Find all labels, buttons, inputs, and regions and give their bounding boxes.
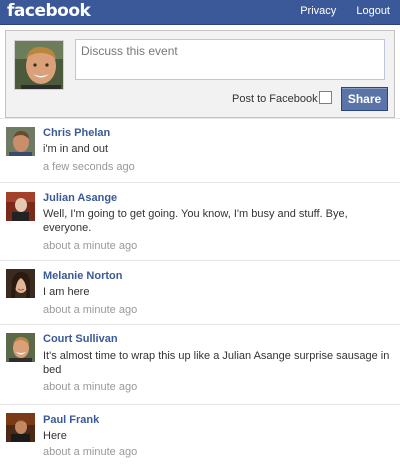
comment-text: It's almost time to wrap this up like a …	[43, 350, 390, 376]
comment-item: Paul Frank Here about a minute ago	[0, 404, 400, 466]
commenter-avatar[interactable]	[6, 333, 35, 362]
logout-link[interactable]: Logout	[356, 5, 390, 17]
comment-item: Chris Phelan i'm in and out a few second…	[0, 118, 400, 182]
post-to-facebook-checkbox[interactable]	[319, 91, 332, 104]
comment-text: i'm in and out	[43, 143, 109, 155]
share-button[interactable]: Share	[341, 87, 388, 111]
comment-timestamp[interactable]: about a minute ago	[43, 304, 137, 316]
comment-item: Melanie Norton I am here about a minute …	[0, 260, 400, 324]
top-bar: facebook Privacy Logout	[0, 0, 400, 25]
comment-text: Here	[43, 430, 67, 442]
commenter-name[interactable]: Chris Phelan	[43, 127, 110, 139]
privacy-link[interactable]: Privacy	[300, 5, 336, 17]
comment-timestamp[interactable]: about a minute ago	[43, 446, 137, 458]
comment-text: Well, I'm going to get going. You know, …	[43, 208, 348, 234]
commenter-avatar[interactable]	[6, 413, 35, 442]
commenter-avatar[interactable]	[6, 192, 35, 221]
commenter-avatar[interactable]	[6, 269, 35, 298]
comment-item: Court Sullivan It's almost time to wrap …	[0, 324, 400, 404]
facebook-logo[interactable]: facebook	[7, 1, 91, 21]
commenter-name[interactable]: Court Sullivan	[43, 333, 118, 345]
comment-composer: Post to Facebook Share	[5, 30, 395, 118]
comment-item: Julian Asange Well, I'm going to get goi…	[0, 182, 400, 260]
commenter-name[interactable]: Melanie Norton	[43, 270, 122, 282]
comment-timestamp[interactable]: a few seconds ago	[43, 161, 135, 173]
commenter-avatar[interactable]	[6, 127, 35, 156]
comment-text: I am here	[43, 286, 90, 298]
commenter-name[interactable]: Paul Frank	[43, 414, 99, 426]
comment-timestamp[interactable]: about a minute ago	[43, 240, 137, 252]
header-links: Privacy Logout	[283, 5, 390, 17]
commenter-name[interactable]: Julian Asange	[43, 192, 117, 204]
post-to-facebook-label: Post to Facebook	[232, 93, 318, 105]
comment-timestamp[interactable]: about a minute ago	[43, 381, 137, 393]
current-user-avatar	[14, 40, 64, 90]
discuss-event-input[interactable]	[75, 39, 385, 80]
